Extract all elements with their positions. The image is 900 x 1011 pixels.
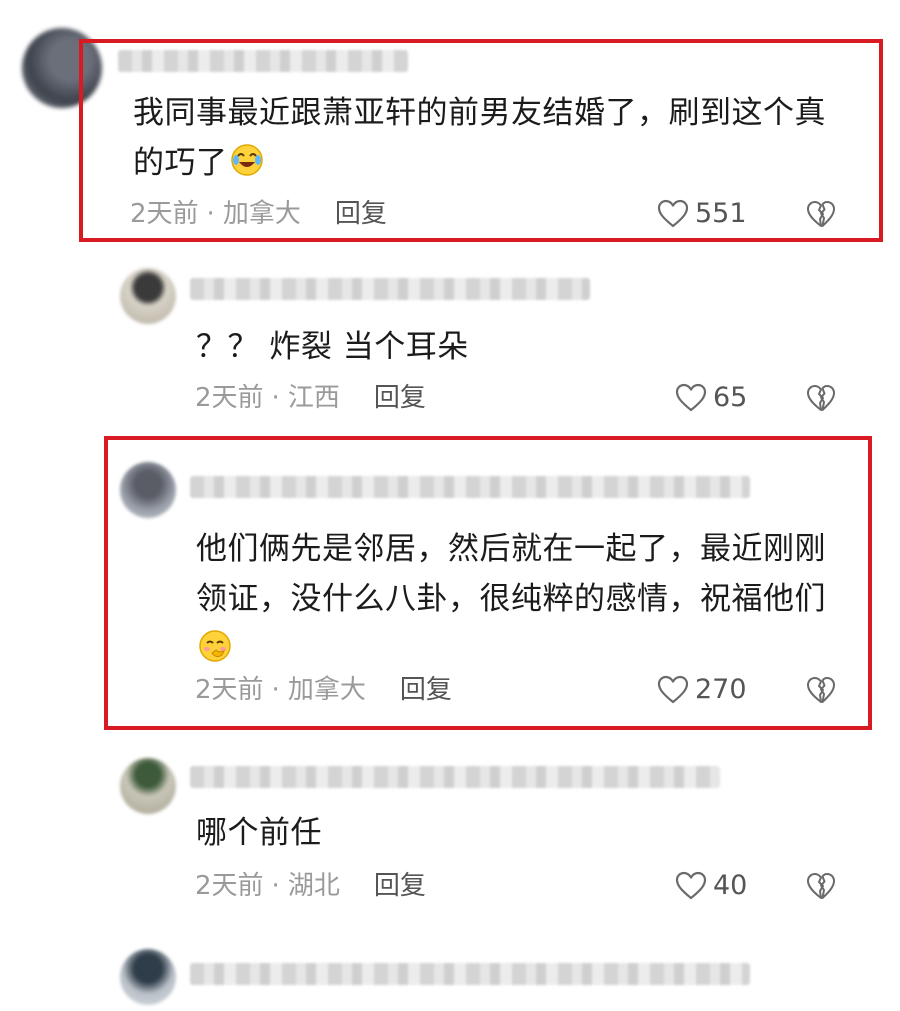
username[interactable] <box>190 963 750 985</box>
dislike-button[interactable] <box>806 194 836 234</box>
dislike-button[interactable] <box>806 378 836 418</box>
like-button[interactable]: 270 <box>657 670 747 710</box>
reply-comment-item: 他们俩先是邻居，然后就在一起了，最近刚刚领证，没什么八卦，很纯粹的感情，祝福他们… <box>0 440 900 730</box>
dislike-button[interactable] <box>806 866 836 906</box>
broken-heart-icon <box>807 201 835 227</box>
username[interactable] <box>190 766 720 788</box>
comment-meta: 2天前 · 加拿大 回复 <box>130 194 387 234</box>
like-count: 270 <box>695 674 747 705</box>
comment-text-content: 哪个前任 <box>196 815 322 851</box>
heart-icon <box>657 199 689 228</box>
comment-text: 他们俩先是邻居，然后就在一起了，最近刚刚领证，没什么八卦，很纯粹的感情，祝福他们 <box>196 524 836 674</box>
comment-location: 加拿大 <box>287 675 366 705</box>
like-button[interactable]: 65 <box>675 378 747 418</box>
comment-time: 2天前 <box>195 675 264 705</box>
like-button[interactable]: 551 <box>657 194 747 234</box>
comment-item: 我同事最近跟萧亚轩的前男友结婚了，刷到这个真的巧了 2天前 · 加拿大 回复 551 <box>0 0 900 250</box>
comment-time: 2天前 <box>195 871 264 901</box>
comment-text-content: 他们俩先是邻居，然后就在一起了，最近刚刚领证，没什么八卦，很纯粹的感情，祝福他们 <box>196 531 826 617</box>
reply-button[interactable]: 回复 <box>335 199 387 229</box>
comment-text: 我同事最近跟萧亚轩的前男友结婚了，刷到这个真的巧了 <box>133 88 843 188</box>
heart-icon <box>657 675 689 704</box>
avatar[interactable] <box>120 949 176 1005</box>
avatar[interactable] <box>120 758 176 814</box>
like-count: 551 <box>695 198 747 229</box>
avatar[interactable] <box>22 28 102 108</box>
heart-icon <box>675 871 707 900</box>
comment-meta: 2天前 · 江西 回复 <box>195 378 426 418</box>
broken-heart-icon <box>807 873 835 899</box>
laugh-cry-emoji-icon <box>230 144 263 176</box>
like-button[interactable]: 40 <box>675 866 747 906</box>
comment-text: 哪个前任 <box>196 808 836 858</box>
reply-comment-item <box>0 935 900 1011</box>
avatar[interactable] <box>120 268 176 324</box>
dislike-button[interactable] <box>806 670 836 710</box>
reply-comment-item: 哪个前任 2天前 · 湖北 回复 40 <box>0 740 900 920</box>
username[interactable] <box>118 50 408 72</box>
like-count: 65 <box>713 382 748 413</box>
comment-location: 加拿大 <box>222 199 301 229</box>
heart-icon <box>675 383 707 412</box>
comment-text: ？？ 炸裂 当个耳朵 <box>196 322 836 372</box>
username[interactable] <box>190 476 750 498</box>
blush-hand-emoji-icon <box>199 630 231 662</box>
reply-comment-item: ？？ 炸裂 当个耳朵 2天前 · 江西 回复 65 <box>0 250 900 430</box>
username[interactable] <box>190 278 590 300</box>
comment-time: 2天前 <box>130 199 199 229</box>
comment-text-content: ？？ 炸裂 当个耳朵 <box>196 329 469 365</box>
reply-button[interactable]: 回复 <box>400 675 452 705</box>
comment-time: 2天前 <box>195 383 264 413</box>
reply-button[interactable]: 回复 <box>374 871 426 901</box>
reply-button[interactable]: 回复 <box>374 383 426 413</box>
meta-separator: · <box>271 383 280 413</box>
comment-meta: 2天前 · 加拿大 回复 <box>195 670 452 710</box>
meta-separator: · <box>206 199 215 229</box>
comment-location: 湖北 <box>287 871 340 901</box>
meta-separator: · <box>271 675 280 705</box>
like-count: 40 <box>713 870 748 901</box>
comment-location: 江西 <box>287 383 340 413</box>
broken-heart-icon <box>807 677 835 703</box>
meta-separator: · <box>271 871 280 901</box>
avatar[interactable] <box>120 462 176 518</box>
broken-heart-icon <box>807 385 835 411</box>
comment-meta: 2天前 · 湖北 回复 <box>195 866 426 906</box>
